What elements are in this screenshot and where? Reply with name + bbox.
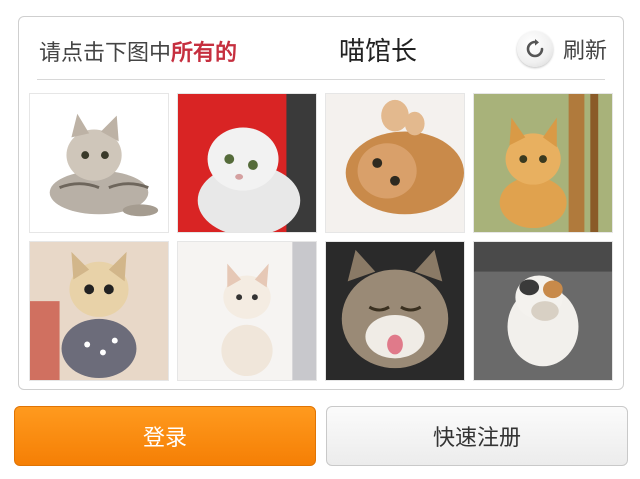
cat-image-3[interactable] [325,93,465,233]
header-divider [37,79,605,80]
refresh-button[interactable]: 刷新 [516,29,607,69]
cat-image-8[interactable] [473,241,613,381]
captcha-image-grid [27,93,617,383]
captcha-panel: 请点击下图中所有的 喵馆长 刷新 [18,16,624,390]
captcha-instruction: 请点击下图中所有的 [39,35,237,67]
refresh-label: 刷新 [562,39,607,64]
cat-image-2[interactable] [177,93,317,233]
cat-image-4[interactable] [473,93,613,233]
captcha-header: 请点击下图中所有的 喵馆长 刷新 [19,17,623,81]
quick-register-button[interactable]: 快速注册 [326,406,628,466]
cat-image-1[interactable] [29,93,169,233]
refresh-icon[interactable] [516,31,553,67]
cat-image-7[interactable] [325,241,465,381]
login-button[interactable]: 登录 [14,406,316,466]
cat-image-5[interactable] [29,241,169,381]
instruction-emphasis: 所有的 [171,41,238,66]
cat-image-6[interactable] [177,241,317,381]
instruction-text: 请点击下图中 [39,41,172,66]
captcha-target-word: 喵馆长 [339,37,418,67]
